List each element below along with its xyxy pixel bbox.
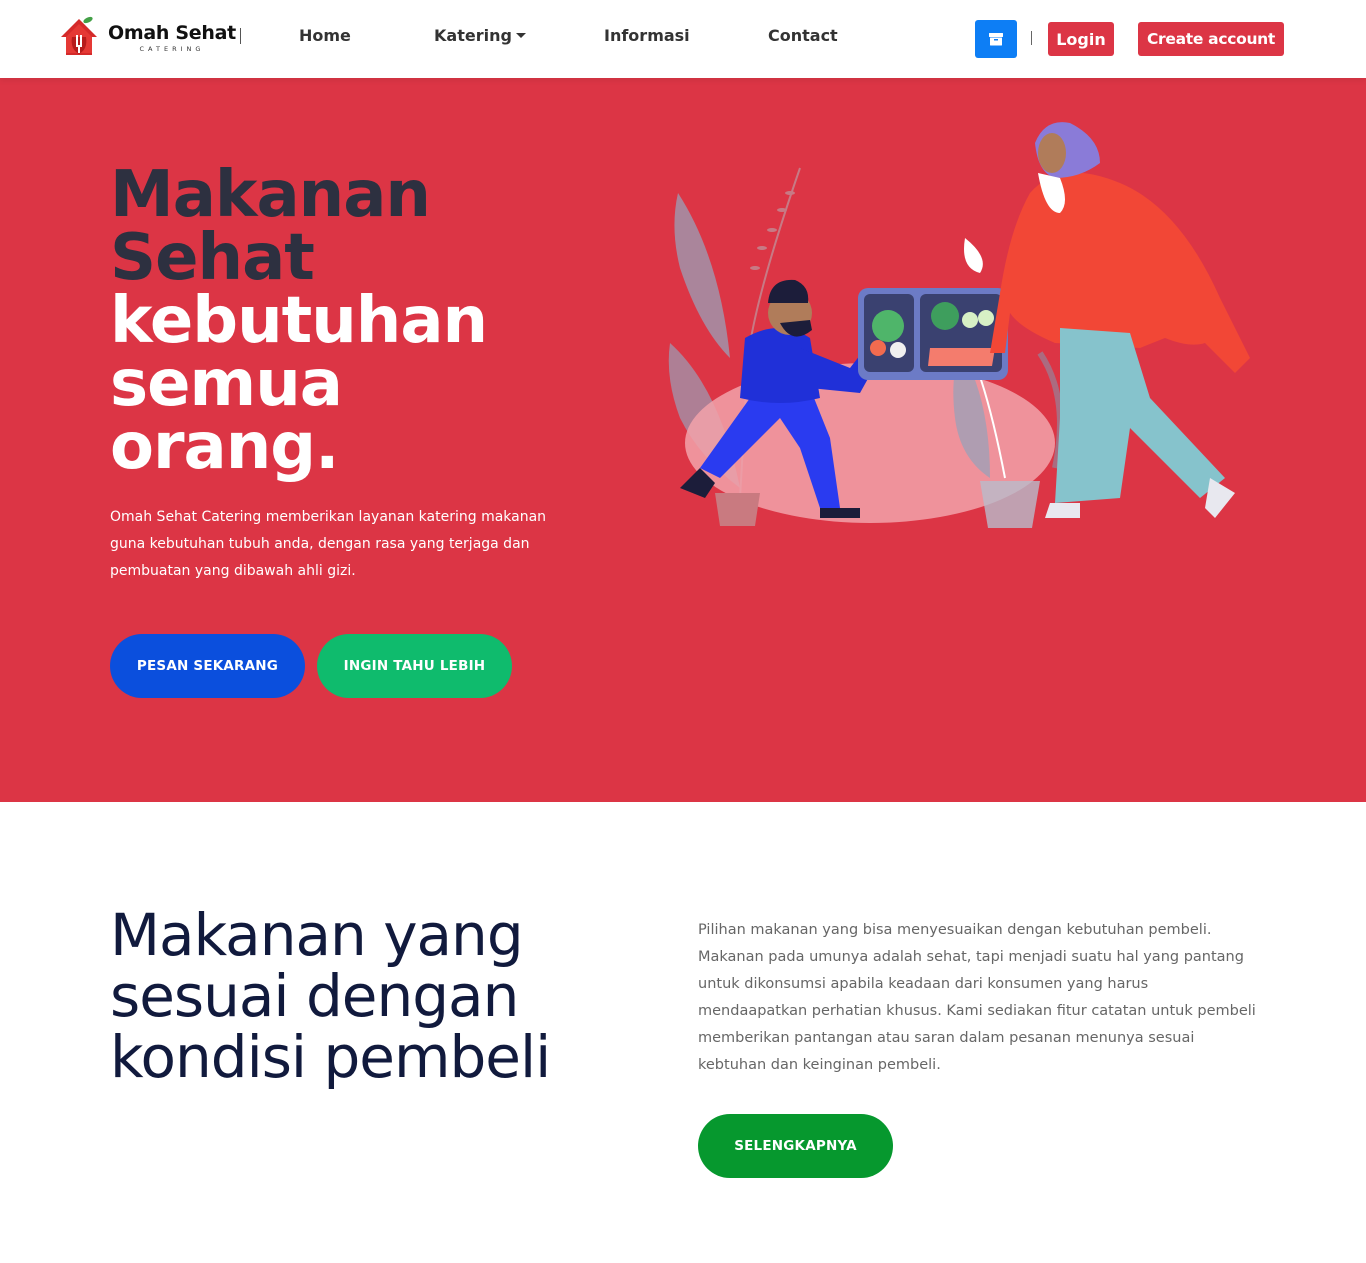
learn-more-button[interactable]: INGIN TAHU LEBIH bbox=[317, 634, 512, 698]
archive-box-icon bbox=[989, 33, 1003, 46]
section2-title-line: kondisi pembeli bbox=[110, 1023, 551, 1091]
order-now-button[interactable]: PESAN SEKARANG bbox=[110, 634, 305, 698]
section2-title-line: Makanan yang bbox=[110, 901, 524, 969]
cart-button[interactable] bbox=[975, 20, 1017, 58]
hero-illustration bbox=[660, 98, 1260, 538]
caret-down-icon bbox=[515, 33, 526, 38]
nav-informasi[interactable]: Informasi bbox=[604, 25, 690, 47]
brand-subtitle: CATERING bbox=[139, 44, 205, 53]
section2-title-line: sesuai dengan bbox=[110, 962, 519, 1030]
brand[interactable]: Omah Sehat CATERING bbox=[58, 14, 236, 60]
hero-title: Makanan Sehat kebutuhan semua orang. bbox=[110, 158, 630, 484]
brand-name: Omah Sehat bbox=[108, 21, 236, 44]
nav-home[interactable]: Home bbox=[299, 25, 351, 47]
brand-divider bbox=[240, 28, 241, 44]
hero-section: Makanan Sehat kebutuhan semua orang. Oma… bbox=[0, 78, 1366, 802]
hero-title-line: Sehat bbox=[110, 221, 315, 295]
nav-katering-label: Katering bbox=[434, 26, 512, 45]
hero-title-line: orang. bbox=[110, 410, 339, 484]
section2-description: Pilihan makanan yang bisa menyesuaikan d… bbox=[698, 922, 1256, 1073]
hero-title-line: kebutuhan bbox=[110, 284, 488, 358]
read-more-button[interactable]: SELENGKAPNYA bbox=[698, 1114, 893, 1178]
create-account-button[interactable]: Create account bbox=[1138, 22, 1284, 56]
brand-logo-icon bbox=[58, 15, 100, 59]
section2-title: Makanan yang sesuai dengan kondisi pembe… bbox=[110, 905, 670, 1088]
nav-contact[interactable]: Contact bbox=[768, 25, 838, 47]
hero-description: Omah Sehat Catering memberikan layanan k… bbox=[110, 509, 547, 579]
hero-title-line: semua bbox=[110, 347, 343, 421]
nav-katering-dropdown[interactable]: Katering bbox=[434, 25, 526, 47]
login-button[interactable]: Login bbox=[1048, 22, 1114, 56]
nav-divider bbox=[1031, 31, 1032, 45]
navbar: Omah Sehat CATERING Home Katering Inform… bbox=[0, 0, 1366, 78]
hero-title-line: Makanan bbox=[110, 158, 431, 232]
